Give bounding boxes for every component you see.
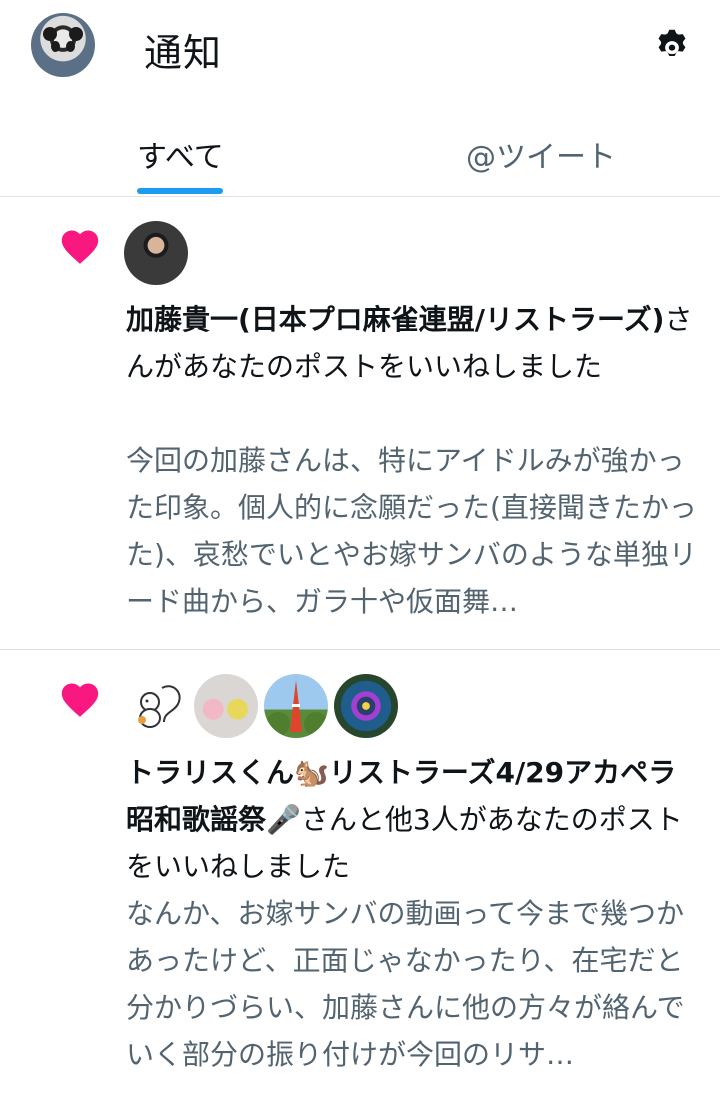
notification-item[interactable]: トラリスくん🐿️リストラーズ4/29アカペラ昭和歌謡祭🎤さんと他3人があなたのポ… xyxy=(0,650,720,1102)
tower-icon xyxy=(266,680,328,736)
panda-eye xyxy=(66,41,75,52)
notification-text: 加藤貴一(日本プロ麻雀連盟/リストラーズ)さんがあなたのポストをいいねしました xyxy=(126,296,696,390)
gear-icon[interactable] xyxy=(650,24,694,68)
avatar[interactable] xyxy=(124,221,188,285)
ferris-wheel-avatar[interactable] xyxy=(334,674,398,738)
squirrel-icon xyxy=(138,685,181,728)
active-tab-indicator xyxy=(137,188,223,194)
panda-ear xyxy=(69,27,83,41)
tab-label: すべて xyxy=(137,140,224,175)
tab-bar: すべて @ツイート xyxy=(0,100,720,197)
squirrel-avatar[interactable] xyxy=(124,674,188,738)
post-snippet[interactable]: なんか、お嫁サンバの動画って今まで幾つかあったけど、正面じゃなかったり、在宅だと… xyxy=(126,890,698,1078)
heart-icon xyxy=(61,683,99,717)
user-name[interactable]: 加藤貴一(日本プロ麻雀連盟/リストラーズ) xyxy=(126,303,664,336)
liker-avatars xyxy=(124,674,404,738)
notification-text: トラリスくん🐿️リストラーズ4/29アカペラ昭和歌謡祭🎤さんと他3人があなたのポ… xyxy=(126,749,696,890)
header: 通知 xyxy=(0,0,720,100)
tab-label: @ツイート xyxy=(466,140,616,175)
puppet-avatar[interactable] xyxy=(194,674,258,738)
page-title: 通知 xyxy=(144,31,223,75)
tab-mentions[interactable]: @ツイート xyxy=(360,100,720,196)
profile-avatar[interactable] xyxy=(31,13,95,77)
post-snippet[interactable]: 今回の加藤さんは、特にアイドルみが強かった印象。個人的に念願だった(直接聞きたか… xyxy=(126,437,698,625)
heart-icon xyxy=(61,230,99,264)
panda-ear xyxy=(43,27,57,41)
tab-all[interactable]: すべて xyxy=(0,100,360,196)
notification-item[interactable]: 加藤貴一(日本プロ麻雀連盟/リストラーズ)さんがあなたのポストをいいねしました … xyxy=(0,197,720,650)
tower-avatar[interactable] xyxy=(264,674,328,738)
panda-eye xyxy=(51,41,60,52)
